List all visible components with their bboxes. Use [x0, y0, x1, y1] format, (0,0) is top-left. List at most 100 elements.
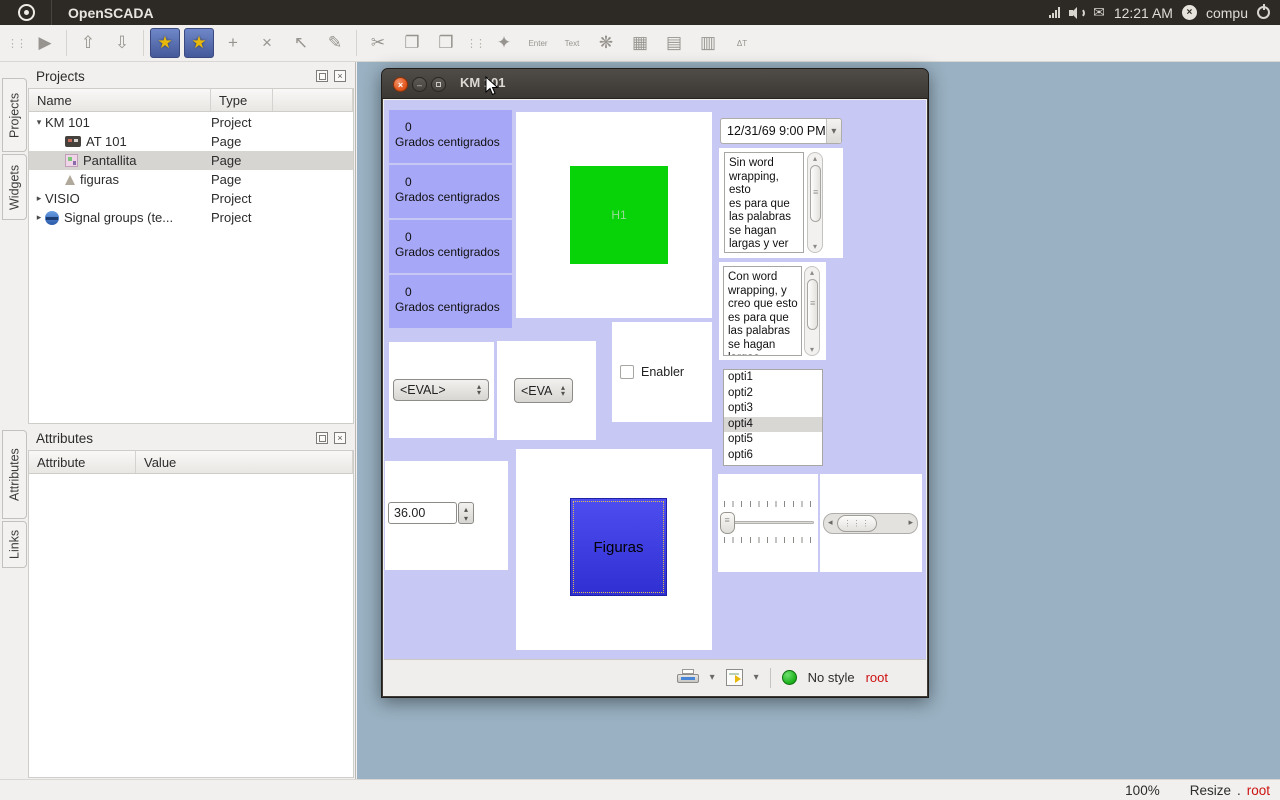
float-panel-button[interactable] — [316, 70, 328, 82]
datetime-picker[interactable]: 12/31/69 9:00 PM ▾ — [720, 118, 842, 144]
db-load-icon[interactable]: ⇧ — [73, 28, 103, 58]
sync-icon[interactable]: × — [1182, 5, 1197, 20]
slider-panel — [718, 474, 818, 572]
network-signal-icon[interactable] — [1049, 7, 1060, 18]
main-statusbar: 100% Resize . root — [0, 779, 1280, 800]
list-item[interactable]: opti2 — [724, 386, 822, 402]
close-panel-button[interactable]: × — [334, 70, 346, 82]
expander-icon[interactable]: ▸ — [33, 212, 45, 223]
app-title: OpenSCADA — [68, 5, 154, 21]
export-dropdown-caret[interactable]: ▾ — [754, 672, 759, 683]
session-user-label: root — [866, 670, 888, 685]
tree-row-km101[interactable]: ▾KM 101 Project — [29, 113, 353, 132]
shape-widget-icon[interactable]: ✦ — [489, 28, 519, 58]
slider-track[interactable] — [724, 521, 814, 524]
options-listbox[interactable]: opti1 opti2 opti3 opti4 opti5 opti6 — [723, 369, 823, 466]
list-item[interactable]: opti1 — [724, 370, 822, 386]
enabler-checkbox[interactable] — [620, 365, 634, 379]
number-spin-buttons[interactable]: ▴▾ — [458, 502, 474, 524]
widget-edit-icon[interactable]: ✎ — [320, 28, 350, 58]
column-header-attribute[interactable]: Attribute — [29, 451, 136, 473]
export-icon[interactable] — [726, 669, 743, 686]
tab-links[interactable]: Links — [2, 521, 27, 568]
widget-properties-icon[interactable]: ↖ — [286, 28, 316, 58]
toolbar-grip[interactable]: ⋮⋮ — [7, 37, 25, 50]
protocol-widget-icon[interactable]: ▤ — [659, 28, 689, 58]
print-icon[interactable] — [677, 669, 699, 686]
delete-widget-icon[interactable]: × — [252, 28, 282, 58]
db-save-icon[interactable]: ⇩ — [107, 28, 137, 58]
expander-icon[interactable]: ▾ — [33, 117, 45, 128]
textarea-nowrap-scrollbar[interactable]: ▴▾ — [807, 152, 823, 253]
cut-icon[interactable]: ✂ — [363, 28, 393, 58]
function-value-widget-icon[interactable]: ΔT — [727, 28, 757, 58]
enter-widget-icon[interactable]: Enter — [523, 28, 553, 58]
media-widget-icon[interactable]: ❋ — [591, 28, 621, 58]
scroll-left-arrow[interactable]: ◂ — [828, 517, 833, 528]
window-close-button[interactable]: × — [393, 77, 408, 92]
tree-row-pantallita[interactable]: Pantallita Page — [29, 151, 353, 170]
list-item-selected[interactable]: opti4 — [724, 417, 822, 433]
session-user[interactable]: compu — [1206, 5, 1248, 21]
run-project-icon[interactable]: ▶ — [30, 28, 60, 58]
ubuntu-logo-icon[interactable] — [18, 4, 35, 21]
number-field[interactable]: 36.00 — [388, 502, 457, 524]
status-separator — [770, 668, 771, 688]
style-label: No style — [808, 670, 855, 685]
new-widget-icon[interactable]: ★ — [184, 28, 214, 58]
datetime-dropdown-button[interactable]: ▾ — [826, 119, 841, 143]
slider-ticks-top — [724, 501, 812, 507]
scroll-right-arrow[interactable]: ▸ — [908, 517, 913, 528]
volume-icon[interactable] — [1069, 7, 1084, 19]
diagram-widget-icon[interactable]: ▦ — [625, 28, 655, 58]
window-maximize-button[interactable] — [431, 77, 446, 92]
attributes-panel-title: Attributes — [36, 431, 93, 446]
tab-attributes[interactable]: Attributes — [2, 430, 27, 519]
column-header-type[interactable]: Type — [211, 89, 273, 111]
list-item[interactable]: opti6 — [724, 448, 822, 464]
datetime-value[interactable]: 12/31/69 9:00 PM — [721, 124, 826, 138]
window-minimize-button[interactable]: – — [412, 77, 427, 92]
expander-icon[interactable]: ▸ — [33, 193, 45, 204]
h1-green-square[interactable]: H1 — [570, 166, 668, 264]
close-panel-button[interactable]: × — [334, 432, 346, 444]
column-header-value[interactable]: Value — [136, 451, 353, 473]
topbar-separator — [51, 0, 52, 25]
toolbar-separator — [143, 30, 144, 56]
scrollbar-thumb[interactable]: ⋮⋮⋮ — [837, 515, 877, 532]
temp-display-2: 0Grados centigrados — [389, 165, 512, 218]
figuras-button[interactable]: Figuras — [570, 498, 667, 596]
float-panel-button[interactable] — [316, 432, 328, 444]
power-icon[interactable] — [1257, 6, 1270, 19]
copy-icon[interactable]: ❐ — [397, 28, 427, 58]
text-widget-icon[interactable]: Text — [557, 28, 587, 58]
eva-spinbox[interactable]: <EVA▴▾ — [514, 378, 573, 403]
print-dropdown-caret[interactable]: ▾ — [710, 672, 715, 683]
mail-icon[interactable]: ✉ — [1093, 4, 1105, 21]
eval-combobox[interactable]: <EVAL>▴▾ — [393, 379, 489, 401]
column-header-name[interactable]: Name — [29, 89, 211, 111]
clock[interactable]: 12:21 AM — [1114, 5, 1173, 21]
projects-panel: Projects × Name Type ▾KM 101 Project AT … — [28, 64, 354, 424]
tab-widgets[interactable]: Widgets — [2, 154, 27, 220]
tab-projects[interactable]: Projects — [2, 78, 27, 152]
temp-display-3: 0Grados centigrados — [389, 220, 512, 273]
horizontal-scrollbar[interactable]: ◂ ⋮⋮⋮ ▸ — [823, 513, 918, 534]
tree-row-at101[interactable]: AT 101 Page — [29, 132, 353, 151]
textarea-wrap[interactable]: Con word wrapping, y creo que esto es pa… — [723, 266, 802, 356]
list-item[interactable]: opti5 — [724, 432, 822, 448]
km101-titlebar[interactable]: × – KM 101 — [382, 69, 928, 99]
tree-row-signal-groups[interactable]: ▸Signal groups (te... Project — [29, 208, 353, 227]
new-frame-icon[interactable]: ★ — [150, 28, 180, 58]
toolbar-grip[interactable]: ⋮⋮ — [466, 37, 484, 50]
paste-icon[interactable]: ❒ — [431, 28, 461, 58]
tree-row-visio[interactable]: ▸VISIO Project — [29, 189, 353, 208]
list-item[interactable]: opti3 — [724, 401, 822, 417]
km101-window[interactable]: × – KM 101 0Grados centigrados 0Grados c… — [381, 68, 929, 698]
document-widget-icon[interactable]: ▥ — [693, 28, 723, 58]
add-widget-icon[interactable]: + — [218, 28, 248, 58]
slider-handle[interactable] — [720, 512, 735, 534]
tree-row-figuras[interactable]: figuras Page — [29, 170, 353, 189]
textarea-nowrap[interactable]: Sin word wrapping, esto es para que las … — [724, 152, 804, 253]
textarea-wrap-scrollbar[interactable]: ▴▾ — [804, 266, 820, 356]
